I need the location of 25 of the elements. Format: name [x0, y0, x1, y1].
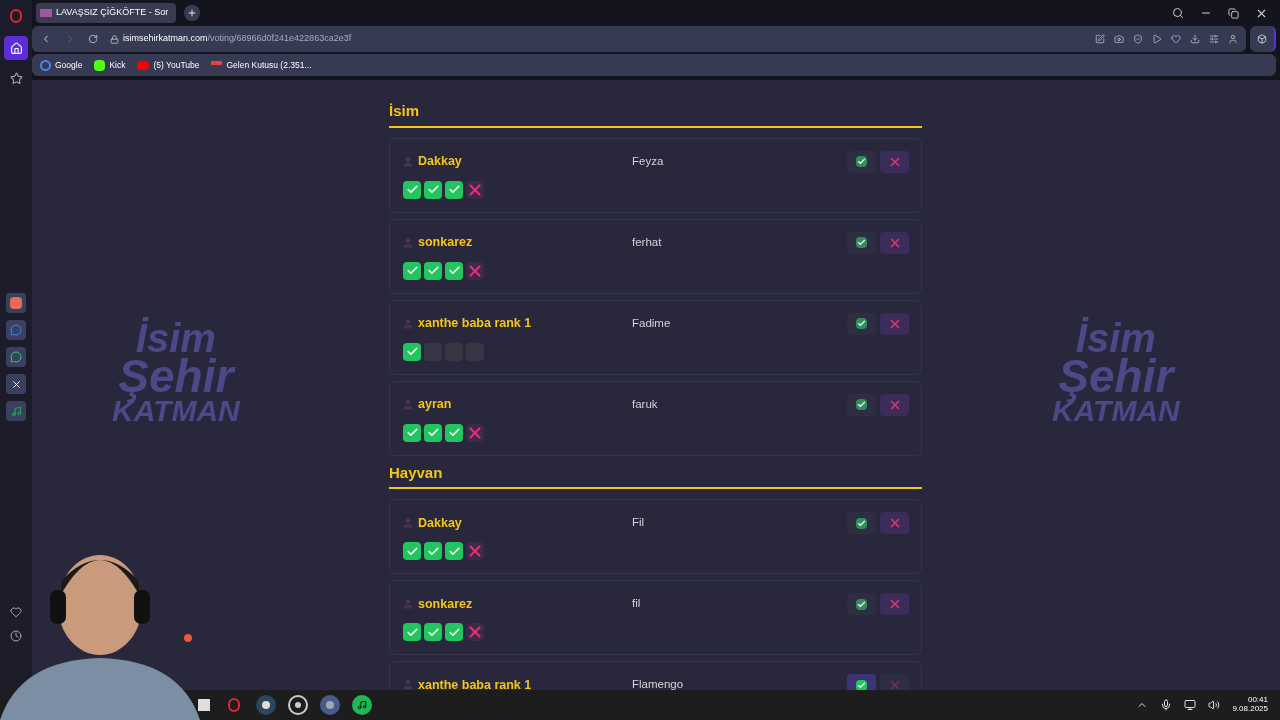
bookmark[interactable]: Kick	[94, 58, 126, 72]
answer-text: Flamengo	[632, 677, 685, 690]
browser-tab[interactable]: LAVAŞSIZ ÇİĞKÖFTE - Sor	[36, 3, 176, 23]
answer-text: Feyza	[632, 153, 665, 169]
player-name: xanthe baba rank 1	[418, 676, 532, 690]
player-name: ayran	[418, 396, 452, 414]
bookmark[interactable]: (5) YouTube	[137, 58, 200, 72]
answer-text: Fil	[632, 515, 646, 531]
section-heading: Hayvan	[389, 461, 922, 489]
player-name: sonkarez	[418, 234, 473, 252]
player-name: sonkarez	[418, 595, 473, 613]
answer-text: ferhat	[632, 234, 663, 250]
section-heading: İsim	[389, 100, 922, 128]
tab-title: LAVAŞSIZ ÇİĞKÖFTE - Sor	[56, 6, 169, 20]
bookmark[interactable]: Google	[40, 58, 83, 72]
player-name: xanthe baba rank 1	[418, 315, 532, 333]
clock-date: 9.08.2025	[1232, 705, 1268, 714]
url-text[interactable]: isimsehirkatman.com/voting/68966d0f241e422863ca2e3f	[123, 32, 352, 46]
player-name: Dakkay	[418, 514, 462, 532]
clock-time: 00:41	[1247, 696, 1268, 705]
answer-text: fil	[632, 596, 642, 612]
bookmark[interactable]: Gelen Kutusu (2.351...	[211, 58, 312, 72]
player-name: Dakkay	[418, 153, 462, 171]
answer-text: faruk	[632, 396, 659, 412]
answer-text: Fadime	[632, 315, 672, 331]
